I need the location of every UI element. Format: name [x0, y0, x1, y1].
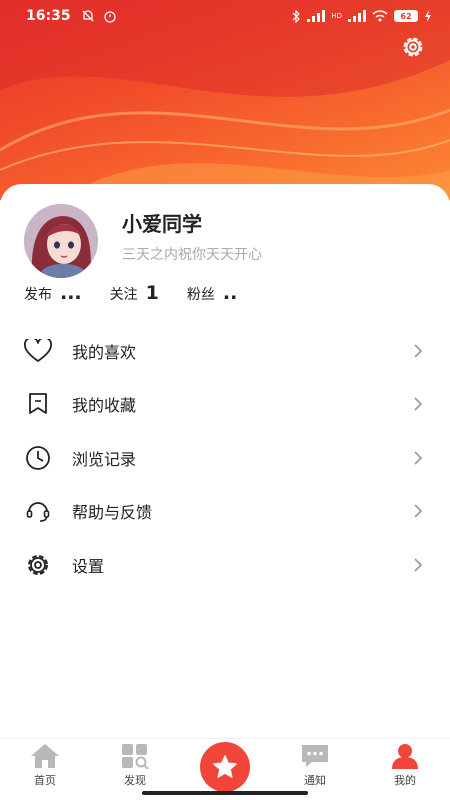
stat-value: ..	[222, 282, 238, 304]
bluetooth-icon	[292, 9, 301, 23]
tab-label: 首页	[34, 774, 56, 787]
profile-card: 小爱同学 三天之内祝你天天开心 发布 ... 关注 1 粉丝 .. 我的喜欢 我…	[0, 184, 450, 744]
clock-icon	[24, 444, 52, 472]
stats-row: 发布 ... 关注 1 粉丝 ..	[24, 282, 237, 304]
menu-item-history[interactable]: 浏览记录	[0, 431, 450, 485]
chevron-right-icon	[414, 504, 423, 518]
wifi-icon	[372, 10, 388, 22]
star-icon	[213, 755, 237, 778]
stat-posts[interactable]: 发布 ...	[24, 282, 82, 304]
bookmark-icon	[24, 390, 52, 418]
discover-icon	[122, 744, 149, 769]
stat-value: ...	[60, 282, 82, 304]
message-icon	[302, 745, 328, 767]
tab-home[interactable]: 首页	[0, 739, 90, 800]
chevron-right-icon	[414, 558, 423, 572]
stat-label: 粉丝	[186, 287, 215, 303]
avatar[interactable]	[24, 204, 98, 278]
menu-item-label: 设置	[72, 556, 105, 576]
center-star-button[interactable]	[200, 742, 250, 792]
stat-value: 1	[145, 282, 159, 304]
home-indicator	[142, 791, 308, 795]
menu-item-likes[interactable]: 我的喜欢	[0, 324, 450, 378]
headset-icon	[24, 497, 52, 525]
settings-gear-icon[interactable]	[400, 34, 426, 60]
menu-item-label: 帮助与反馈	[72, 503, 153, 523]
signal-icon-2	[348, 10, 366, 22]
tab-mine[interactable]: 我的	[360, 739, 450, 800]
charging-icon	[425, 10, 431, 22]
menu-item-label: 浏览记录	[72, 449, 137, 469]
username: 小爱同学	[122, 212, 202, 236]
signal-icon	[307, 10, 326, 22]
menu-item-settings[interactable]: 设置	[0, 538, 450, 592]
tab-label: 我的	[394, 774, 416, 787]
status-time: 16:35	[26, 8, 71, 24]
chevron-right-icon	[414, 451, 423, 465]
chevron-right-icon	[414, 397, 423, 411]
signal-hd-label: HD	[331, 12, 342, 20]
chevron-right-icon	[414, 344, 423, 358]
menu-item-label: 我的喜欢	[72, 342, 137, 362]
gear-icon	[24, 551, 52, 579]
alarm-icon	[103, 11, 116, 23]
person-icon	[392, 744, 418, 769]
menu-item-favorites[interactable]: 我的收藏	[0, 378, 450, 432]
menu-item-help-feedback[interactable]: 帮助与反馈	[0, 485, 450, 539]
tab-label: 发现	[124, 774, 146, 787]
menu-list: 我的喜欢 我的收藏 浏览记录 帮助与反馈 设置	[0, 324, 450, 592]
menu-item-label: 我的收藏	[72, 396, 137, 416]
heart-icon	[24, 337, 52, 365]
stat-followers[interactable]: 粉丝 ..	[187, 282, 237, 304]
stat-label: 关注	[109, 287, 138, 303]
home-icon	[31, 744, 59, 768]
status-bar: 16:35 HD 62	[0, 0, 450, 32]
stat-following[interactable]: 关注 1	[110, 282, 159, 304]
mute-notification-icon	[82, 10, 94, 22]
battery-icon: 62	[394, 10, 418, 22]
signature: 三天之内祝你天天开心	[122, 247, 262, 263]
tab-label: 通知	[304, 774, 326, 787]
stat-label: 发布	[24, 287, 52, 303]
